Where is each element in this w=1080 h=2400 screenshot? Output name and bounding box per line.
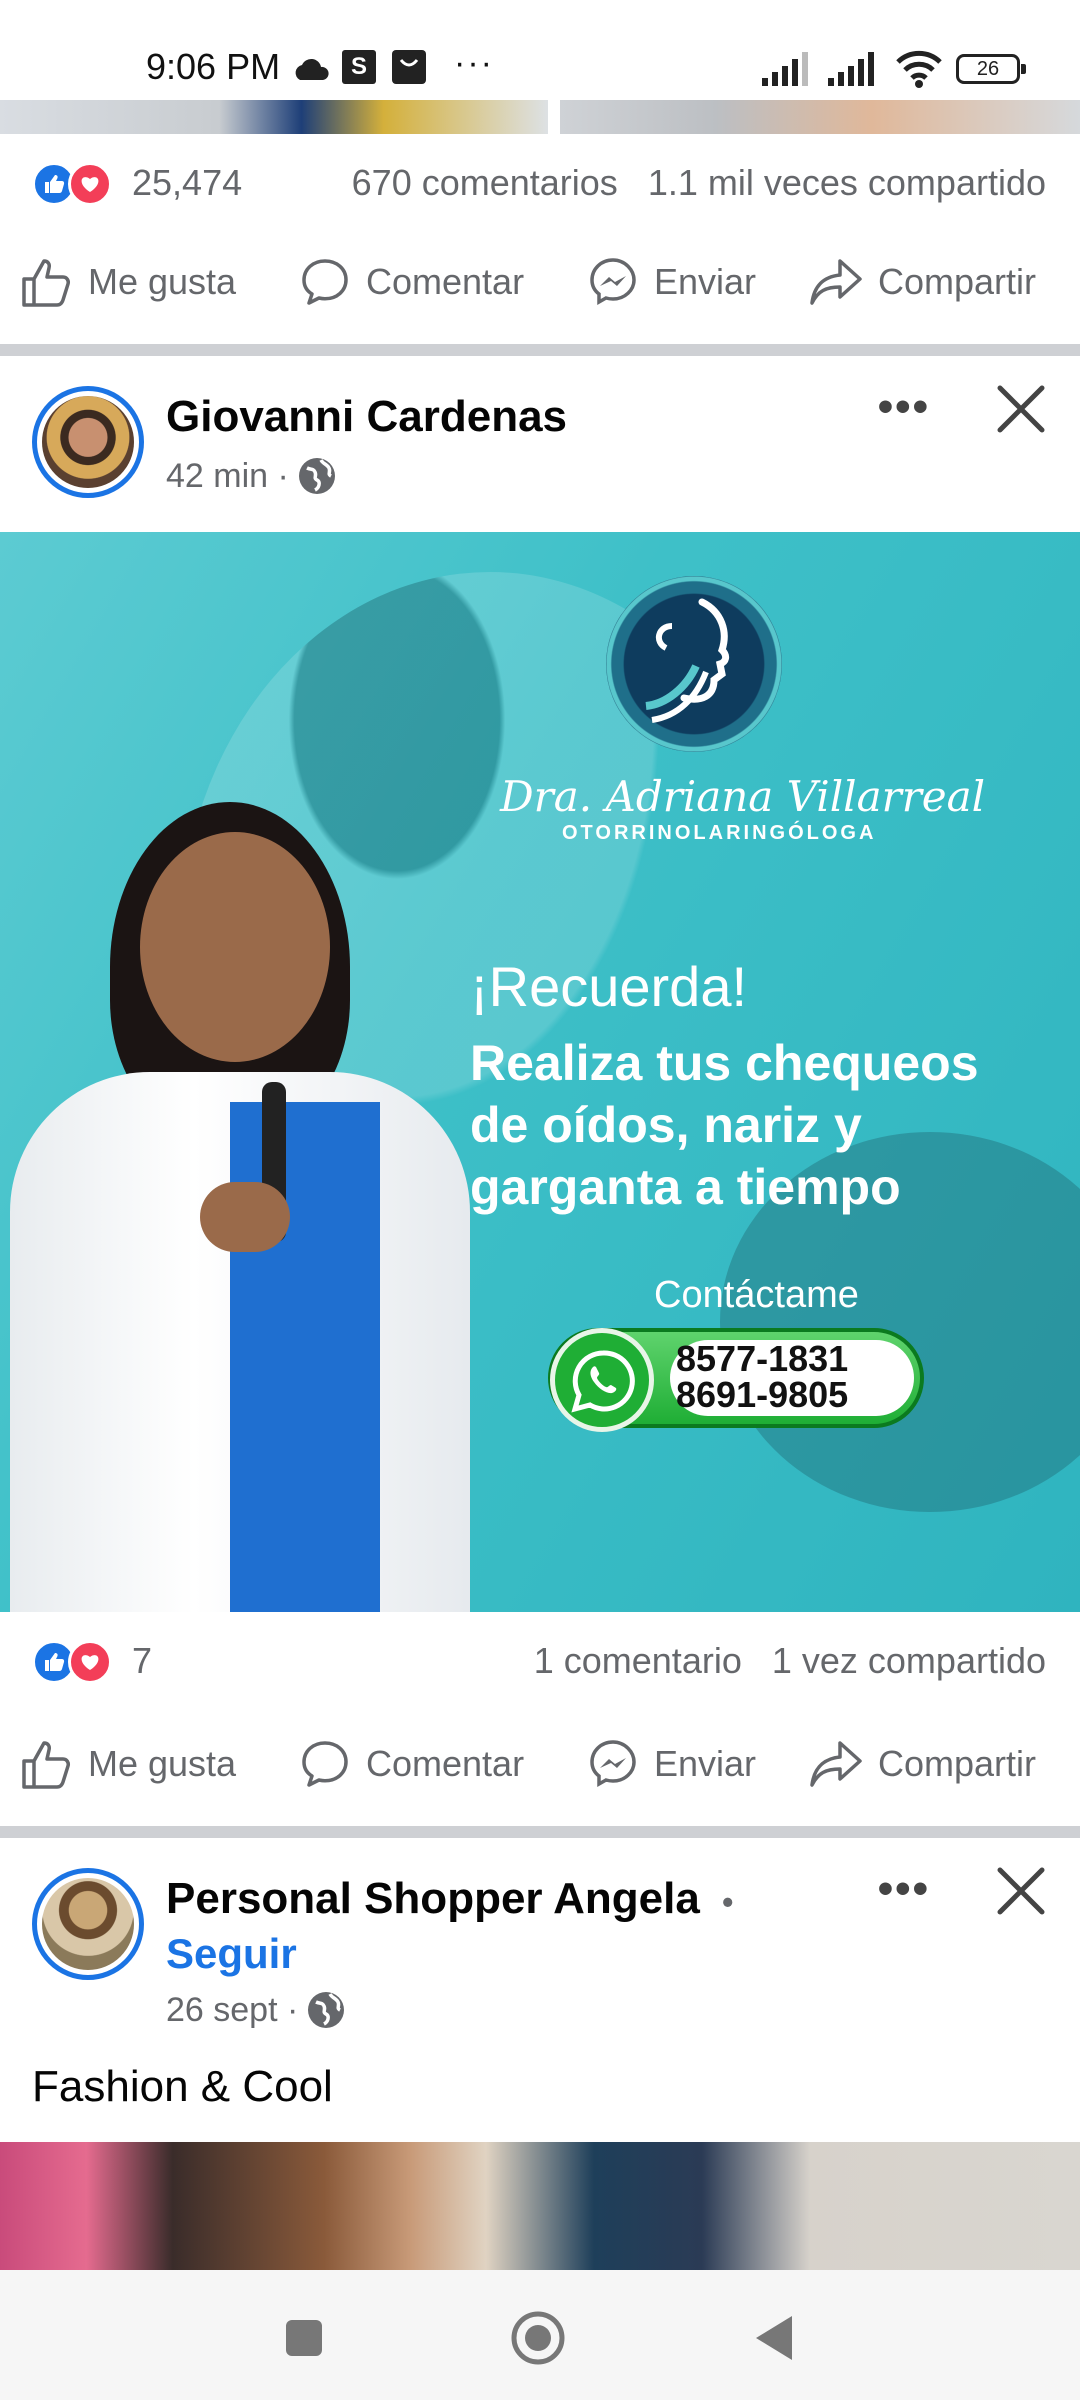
status-time: 9:06 PM <box>146 46 281 87</box>
phone-number: 8691-9805 <box>676 1374 849 1415</box>
share-count[interactable]: 1.1 mil veces compartido <box>648 162 1046 203</box>
post-meta: 42 min · <box>166 456 337 496</box>
avatar[interactable] <box>32 1868 144 1980</box>
previous-post-image[interactable] <box>0 100 1080 134</box>
follow-button[interactable]: Seguir <box>166 1930 297 1978</box>
more-options-icon[interactable]: ••• <box>878 1864 930 1914</box>
messenger-icon <box>590 258 636 306</box>
post-action-bar: Me gusta Comentar Enviar Compartir <box>0 232 1080 332</box>
s-app-icon: S <box>342 50 376 84</box>
post-header: Personal Shopper Angela • Seguir 26 sept… <box>0 1838 1080 2138</box>
love-reaction-icon <box>68 1640 112 1684</box>
cloud-icon <box>295 58 329 80</box>
reaction-count[interactable]: 7 <box>132 1640 152 1682</box>
home-icon[interactable] <box>510 2310 566 2366</box>
post-meta: 26 sept · <box>166 1990 346 2030</box>
more-options-icon[interactable]: ••• <box>878 382 930 432</box>
avatar[interactable] <box>32 386 144 498</box>
comments-shares-summary[interactable]: 670 comentarios 1.1 mil veces compartido <box>352 162 1046 204</box>
comment-icon <box>302 1741 348 1787</box>
status-bar: 9:06 PM S ··· 26 <box>0 0 1080 100</box>
whatsapp-icon <box>550 1328 654 1432</box>
recent-apps-icon[interactable] <box>276 2310 332 2366</box>
post-author: Personal Shopper Angela • <box>166 1874 733 1924</box>
like-label: Me gusta <box>88 261 237 302</box>
comment-count[interactable]: 1 comentario <box>534 1640 742 1681</box>
system-navigation-bar <box>0 2270 1080 2400</box>
ad-body-text: Realiza tus chequeos de oídos, nariz y g… <box>470 1035 979 1215</box>
ad-headline: ¡Recuerda! <box>470 955 748 1018</box>
comment-label: Comentar <box>366 261 525 302</box>
separator-dot: • <box>722 1884 734 1920</box>
post-divider <box>0 1826 1080 1838</box>
back-icon[interactable] <box>748 2310 804 2366</box>
like-button[interactable]: Me gusta <box>20 232 236 332</box>
share-label: Compartir <box>878 1743 1037 1784</box>
post-text: Fashion & Cool <box>32 2062 333 2111</box>
share-count[interactable]: 1 vez compartido <box>772 1640 1046 1681</box>
post-time[interactable]: 42 min · <box>166 457 289 496</box>
post-reactions[interactable]: 7 1 comentario 1 vez compartido <box>0 1618 1080 1698</box>
messenger-icon <box>590 1740 636 1788</box>
reaction-icons <box>32 162 124 206</box>
post-time[interactable]: 26 sept · <box>166 1991 298 2030</box>
share-label: Compartir <box>878 261 1037 302</box>
send-button[interactable]: Enviar <box>586 1714 756 1814</box>
love-reaction-icon <box>68 162 112 206</box>
comment-button[interactable]: Comentar <box>298 232 524 332</box>
more-notifications-icon: ··· <box>454 44 494 82</box>
send-label: Enviar <box>654 261 757 302</box>
post-divider <box>0 344 1080 356</box>
comment-icon <box>302 259 348 305</box>
comment-button[interactable]: Comentar <box>298 1714 524 1814</box>
post-author[interactable]: Giovanni Cardenas <box>166 392 567 442</box>
previous-post-reactions[interactable]: 25,474 670 comentarios 1.1 mil veces com… <box>0 140 1080 220</box>
share-button[interactable]: Compartir <box>808 232 1036 332</box>
share-button[interactable]: Compartir <box>808 1714 1036 1814</box>
author-name[interactable]: Personal Shopper Angela <box>166 1874 700 1923</box>
globe-icon <box>298 458 335 494</box>
like-button[interactable]: Me gusta <box>20 1714 236 1814</box>
post-image[interactable] <box>0 2142 1080 2270</box>
post-header: Giovanni Cardenas 42 min · ••• <box>0 356 1080 526</box>
comment-count[interactable]: 670 comentarios <box>352 162 618 203</box>
send-label: Enviar <box>654 1743 757 1784</box>
share-icon <box>810 1741 862 1787</box>
doctor-specialty: OTORRINOLARINGÓLOGA <box>562 822 877 844</box>
close-icon[interactable] <box>994 1864 1048 1918</box>
like-label: Me gusta <box>88 1743 237 1784</box>
reaction-icons <box>32 1640 124 1684</box>
send-button[interactable]: Enviar <box>586 232 756 332</box>
whatsapp-contact: 8577-1831 8691-9805 <box>548 1328 924 1432</box>
clinic-logo <box>606 576 782 752</box>
comment-label: Comentar <box>366 1743 525 1784</box>
thumbs-up-icon <box>22 259 70 307</box>
close-icon[interactable] <box>994 382 1048 436</box>
share-icon <box>810 259 862 305</box>
thumbs-up-icon <box>22 1741 70 1789</box>
shopping-bag-icon <box>392 50 426 84</box>
battery-icon: 26 <box>956 54 1026 84</box>
contact-label: Contáctame <box>654 1274 859 1316</box>
reaction-count[interactable]: 25,474 <box>132 162 242 204</box>
post-action-bar: Me gusta Comentar Enviar Compartir <box>0 1714 1080 1814</box>
doctor-photo <box>0 742 480 1612</box>
post-image[interactable]: Dra. Adriana Villarreal OTORRINOLARINGÓL… <box>0 532 1080 1612</box>
doctor-name: Dra. Adriana Villarreal <box>500 772 986 821</box>
comments-shares-summary[interactable]: 1 comentario 1 vez compartido <box>534 1640 1046 1682</box>
signal-icon <box>828 52 874 86</box>
globe-icon <box>308 1992 345 2028</box>
wifi-icon <box>896 50 942 88</box>
signal-icon <box>762 52 808 86</box>
